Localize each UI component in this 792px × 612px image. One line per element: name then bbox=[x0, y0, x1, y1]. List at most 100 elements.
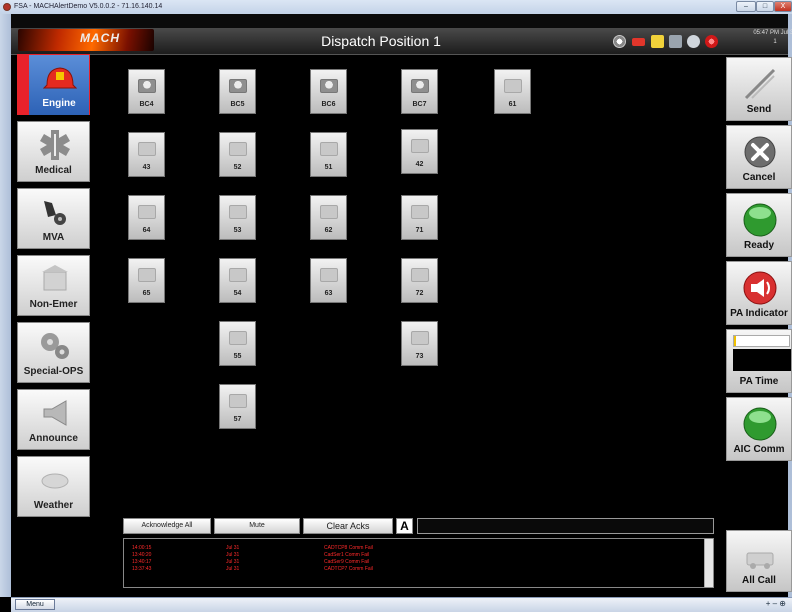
unit-button[interactable]: 65 bbox=[128, 258, 165, 303]
acknowledge-field bbox=[417, 518, 714, 534]
unit-emblem-icon bbox=[138, 79, 156, 93]
unit-label: 73 bbox=[415, 353, 424, 360]
unit-emblem-icon bbox=[320, 79, 338, 93]
nav-non-emer-button[interactable]: Non-Emer bbox=[17, 255, 90, 316]
header-spacer bbox=[11, 14, 788, 28]
fire-truck-icon bbox=[229, 268, 247, 282]
log-date: Jul 31 bbox=[226, 566, 240, 572]
firefighter-helmet-icon bbox=[43, 67, 77, 89]
clear-acks-button[interactable]: Clear Acks bbox=[303, 518, 393, 534]
unit-label: 55 bbox=[233, 353, 242, 360]
unit-button[interactable]: 71 bbox=[401, 195, 438, 240]
maximize-button[interactable]: □ bbox=[756, 1, 774, 12]
fire-truck-icon bbox=[229, 394, 247, 408]
nav-weather-button[interactable]: Weather bbox=[17, 456, 90, 517]
close-button[interactable]: X bbox=[774, 1, 792, 12]
acknowledge-all-button[interactable]: Acknowledge All bbox=[123, 518, 211, 534]
unit-button[interactable]: 72 bbox=[401, 258, 438, 303]
nav-medical-label: Medical bbox=[35, 165, 72, 176]
unit-button[interactable]: 64 bbox=[128, 195, 165, 240]
unit-label: 52 bbox=[233, 164, 242, 171]
menu-button[interactable]: Menu bbox=[15, 599, 55, 610]
unit-button[interactable]: 63 bbox=[310, 258, 347, 303]
fire-truck-icon bbox=[320, 205, 338, 219]
speaker-icon bbox=[743, 271, 777, 305]
sync-icon[interactable] bbox=[687, 35, 700, 48]
alarm-icon[interactable] bbox=[705, 35, 718, 48]
unit-button[interactable]: BC5 bbox=[219, 69, 256, 114]
unit-label: 51 bbox=[324, 164, 333, 171]
megaphone-icon bbox=[43, 400, 67, 426]
aic-comm-button[interactable]: AIC Comm bbox=[726, 397, 792, 461]
unit-label: 65 bbox=[142, 290, 151, 297]
nav-medical-button[interactable]: Medical bbox=[17, 121, 90, 182]
unit-button[interactable]: BC7 bbox=[401, 69, 438, 114]
unit-button[interactable]: 54 bbox=[219, 258, 256, 303]
nav-mva-button[interactable]: MVA bbox=[17, 188, 90, 249]
log-time: 14:00:15 bbox=[132, 545, 152, 551]
unit-label: BC4 bbox=[139, 101, 154, 108]
building-icon bbox=[42, 265, 68, 291]
unit-emblem-icon bbox=[229, 79, 247, 93]
unit-button[interactable]: 73 bbox=[401, 321, 438, 366]
minimize-button[interactable]: – bbox=[736, 1, 756, 12]
unit-label: 71 bbox=[415, 227, 424, 234]
document-icon[interactable] bbox=[669, 35, 682, 48]
font-size-button[interactable]: A bbox=[396, 518, 413, 534]
cancel-button[interactable]: Cancel bbox=[726, 125, 792, 189]
nav-announce-button[interactable]: Announce bbox=[17, 389, 90, 450]
unit-emblem-icon bbox=[411, 79, 429, 93]
nav-engine-label: Engine bbox=[42, 98, 76, 109]
toolbox-icon[interactable] bbox=[632, 38, 645, 46]
fire-truck-icon bbox=[411, 205, 429, 219]
unit-button[interactable]: 52 bbox=[219, 132, 256, 177]
unit-button[interactable]: 61 bbox=[494, 69, 531, 114]
unit-button[interactable]: 42 bbox=[401, 129, 438, 174]
fire-truck-icon bbox=[411, 268, 429, 282]
log-date: Jul 31 bbox=[226, 559, 240, 565]
log-date: Jul 31 bbox=[226, 545, 240, 551]
send-label: Send bbox=[746, 104, 772, 115]
unit-label: 64 bbox=[142, 227, 151, 234]
log-time: 13:40:20 bbox=[132, 552, 152, 558]
nav-special-ops-button[interactable]: Special-OPS bbox=[17, 322, 90, 383]
ready-button[interactable]: Ready bbox=[726, 193, 792, 257]
note-icon[interactable] bbox=[651, 35, 664, 48]
unit-label: BC5 bbox=[230, 101, 245, 108]
unit-button[interactable]: 43 bbox=[128, 132, 165, 177]
fire-truck-icon bbox=[229, 142, 247, 156]
unit-button[interactable]: BC4 bbox=[128, 69, 165, 114]
clock-time: 05:47 PM Jul 31 bbox=[753, 30, 792, 36]
unit-label: BC6 bbox=[321, 101, 336, 108]
log-message: CadSer1 Comm Fail bbox=[324, 552, 370, 558]
send-button[interactable]: Send bbox=[726, 57, 792, 121]
unit-button[interactable]: 57 bbox=[219, 384, 256, 429]
unit-label: 61 bbox=[508, 101, 517, 108]
unit-label: BC7 bbox=[412, 101, 427, 108]
mute-button[interactable]: Mute bbox=[214, 518, 300, 534]
unit-label: 54 bbox=[233, 290, 242, 297]
unit-label: 42 bbox=[415, 161, 424, 168]
unit-button[interactable]: 51 bbox=[310, 132, 347, 177]
weather-icon bbox=[41, 473, 69, 489]
truck-icon bbox=[746, 552, 774, 569]
star-of-life-icon bbox=[40, 130, 70, 160]
unit-button[interactable]: 62 bbox=[310, 195, 347, 240]
fire-truck-icon bbox=[320, 142, 338, 156]
status-bar: Menu + – ⊕ bbox=[11, 597, 792, 612]
log-time: 13:40:17 bbox=[132, 559, 152, 565]
zoom-control[interactable]: + – ⊕ bbox=[766, 599, 786, 608]
aic-comm-label: AIC Comm bbox=[733, 444, 785, 455]
unit-button[interactable]: BC6 bbox=[310, 69, 347, 114]
all-call-button[interactable]: All Call bbox=[726, 530, 792, 592]
fire-truck-icon bbox=[320, 268, 338, 282]
pa-indicator-button[interactable]: PA Indicator bbox=[726, 261, 792, 325]
nav-engine-button[interactable]: Engine bbox=[17, 54, 90, 115]
unit-button[interactable]: 55 bbox=[219, 321, 256, 366]
satellite-dish-icon[interactable] bbox=[613, 35, 626, 48]
log-scrollbar[interactable] bbox=[704, 539, 713, 587]
unit-button[interactable]: 53 bbox=[219, 195, 256, 240]
window-frame-left bbox=[0, 14, 11, 597]
send-slash-icon bbox=[744, 68, 776, 100]
nav-mva-label: MVA bbox=[42, 232, 65, 243]
